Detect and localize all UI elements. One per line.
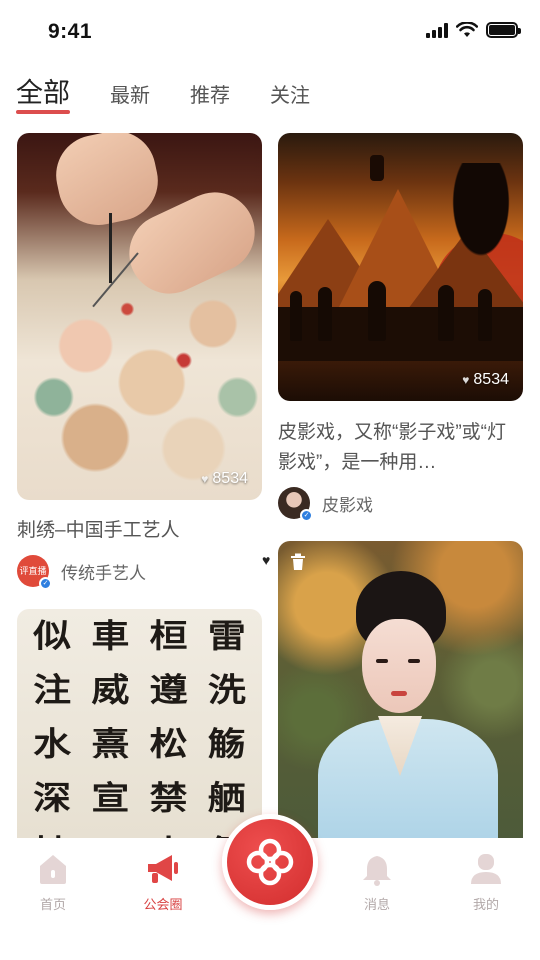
nav-messages-label: 消息 [363, 897, 390, 912]
figure-silhouette [368, 281, 386, 341]
status-icons [426, 22, 521, 38]
avatar: ✓ [278, 487, 313, 522]
figure-silhouette [478, 289, 492, 341]
calligraphy-char: 注 [33, 670, 72, 709]
figure-silhouette [438, 285, 454, 341]
card-title[interactable]: 刺绣–中国手工艺人 [17, 516, 262, 546]
app-screen: 9:41 全部 最新 推荐 关注 ♥ 8534 刺绣–中国手工艺人 评直播 ✓ … [0, 0, 540, 960]
calligraphy-char: 禁 [149, 778, 188, 817]
hand-left [48, 133, 166, 233]
card-title[interactable]: 皮影戏，又称“影子戏”或“灯影戏”，是一种用… [278, 418, 508, 478]
bottom-nav: 首页 公会圈 消息 我的 [0, 814, 540, 960]
like-count: ♥ 8534 [462, 371, 509, 389]
battery-full-icon [486, 22, 521, 38]
bell-icon [363, 854, 391, 886]
lip-shape [391, 691, 407, 696]
nav-guild-circle[interactable]: 公会圈 [128, 852, 198, 913]
category-tabs: 全部 最新 推荐 关注 [16, 72, 350, 122]
heart-icon[interactable]: ♥ [262, 552, 270, 568]
megaphone-icon [148, 855, 178, 883]
nav-profile[interactable]: 我的 [451, 852, 521, 913]
card-shadow-puppet-image[interactable]: ♥ 8534 [278, 133, 523, 401]
calligraphy-char: 威 [91, 670, 130, 709]
like-count-value: 8534 [473, 371, 509, 388]
calligraphy-char: 觞 [207, 724, 246, 763]
face-shape [362, 619, 436, 713]
eye-shape [408, 659, 420, 663]
author-name: 传统手艺人 [61, 563, 146, 583]
calligraphy-char: 車 [91, 616, 130, 655]
nav-home[interactable]: 首页 [18, 852, 88, 913]
tab-recommended[interactable]: 推荐 [190, 79, 230, 122]
tab-following[interactable]: 关注 [270, 79, 310, 122]
home-icon [40, 855, 66, 884]
like-count-value: 8534 [212, 470, 248, 487]
calligraphy-char: 洗 [207, 670, 246, 709]
heart-icon: ♥ [201, 472, 209, 486]
lantern-silhouette [370, 155, 384, 181]
calligraphy-char: 舾 [207, 778, 246, 817]
tab-all[interactable]: 全部 [16, 71, 70, 122]
calligraphy-char: 松 [149, 724, 188, 763]
tree-silhouette [433, 163, 513, 293]
wifi-icon [456, 22, 478, 37]
calligraphy-char: 深 [33, 778, 72, 817]
needle [109, 213, 112, 283]
verified-badge-icon: ✓ [300, 509, 313, 522]
verified-badge-icon: ✓ [39, 577, 52, 590]
figure-silhouette [290, 291, 302, 341]
author-name: 皮影戏 [322, 495, 373, 515]
figure-silhouette [318, 287, 332, 341]
nav-profile-label: 我的 [472, 897, 499, 912]
calligraphy-char: 遵 [149, 670, 188, 709]
chinese-knot-icon [246, 838, 294, 886]
eye-shape [376, 659, 388, 663]
nav-messages[interactable]: 消息 [342, 852, 412, 913]
feed: ♥ 8534 刺绣–中国手工艺人 评直播 ✓ 传统手艺人 ♥ ♥ 8534 皮影… [0, 133, 540, 859]
needle [92, 252, 139, 308]
calligraphy-char: 桓 [149, 616, 188, 655]
avatar: 评直播 ✓ [17, 555, 52, 590]
calligraphy-char: 宣 [91, 778, 130, 817]
status-time: 9:41 [48, 20, 93, 43]
trash-icon[interactable] [290, 553, 308, 571]
avatar-text: 评直播 [19, 566, 47, 576]
card-author[interactable]: 评直播 ✓ 传统手艺人 [17, 555, 146, 590]
nav-home-label: 首页 [39, 897, 66, 912]
tab-all-label: 全部 [16, 78, 70, 108]
calligraphy-char: 熹 [91, 724, 130, 763]
cellular-signal-icon [426, 22, 448, 38]
active-tab-indicator [16, 110, 70, 114]
calligraphy-char: 雷 [207, 616, 246, 655]
center-publish-button[interactable] [222, 814, 318, 910]
calligraphy-text: 似車桓雷注威遵洗水熹松觞深宣禁舾持二山佃 [17, 609, 262, 859]
status-bar: 9:41 [0, 0, 540, 64]
card-calligraphy-image[interactable]: 似車桓雷注威遵洗水熹松觞深宣禁舾持二山佃 [17, 609, 262, 859]
calligraphy-char: 水 [33, 724, 72, 763]
like-count: ♥ 8534 [201, 470, 248, 488]
calligraphy-char: 似 [33, 616, 72, 655]
heart-icon: ♥ [462, 373, 470, 387]
card-embroidery-image[interactable]: ♥ 8534 [17, 133, 262, 500]
card-hanfu-image[interactable] [278, 541, 523, 859]
user-icon [471, 854, 501, 884]
tab-latest[interactable]: 最新 [110, 79, 150, 122]
nav-guild-circle-label: 公会圈 [143, 897, 183, 912]
card-author[interactable]: ✓ 皮影戏 [278, 487, 373, 522]
